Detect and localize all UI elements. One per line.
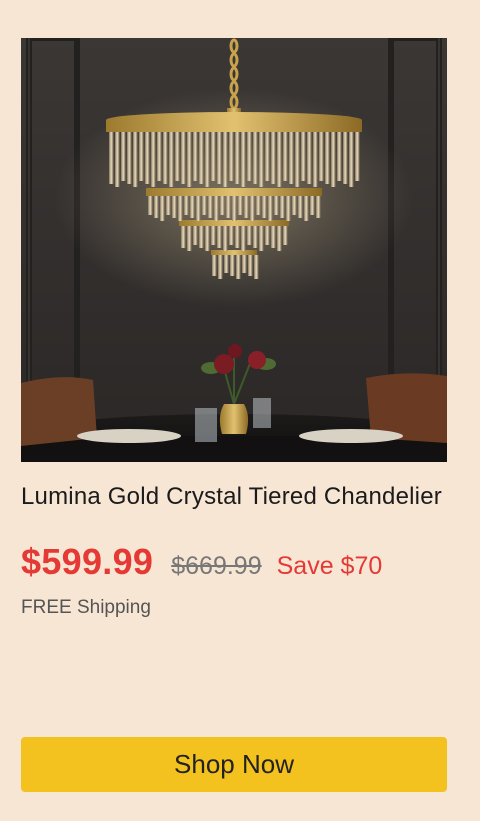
product-image[interactable] (21, 38, 447, 462)
shop-now-button[interactable]: Shop Now (21, 737, 447, 792)
chandelier-photo (21, 38, 447, 462)
original-price: $669.99 (171, 552, 262, 580)
savings-label: Save $70 (276, 552, 383, 580)
sale-price: $599.99 (21, 541, 154, 582)
price-row: $599.99 $669.99 Save $70 (21, 541, 447, 583)
shipping-info: FREE Shipping (21, 597, 151, 618)
product-title[interactable]: Lumina Gold Crystal Tiered Chandelier (21, 480, 447, 513)
product-card: Lumina Gold Crystal Tiered Chandelier $5… (21, 38, 447, 619)
